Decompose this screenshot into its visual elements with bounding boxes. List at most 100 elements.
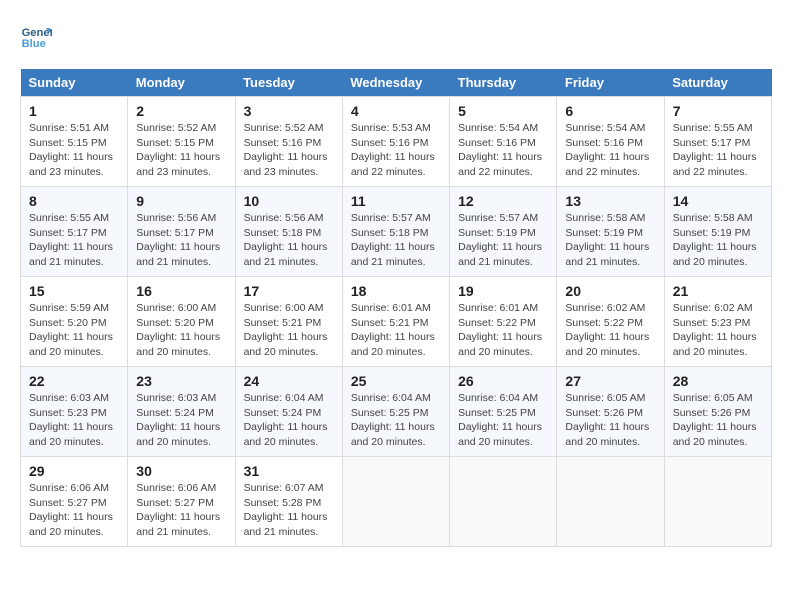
calendar-cell-1: 1 Sunrise: 5:51 AM Sunset: 5:15 PM Dayli… bbox=[21, 97, 128, 187]
calendar-cell-31: 31 Sunrise: 6:07 AM Sunset: 5:28 PM Dayl… bbox=[235, 457, 342, 547]
day-number: 25 bbox=[351, 373, 441, 389]
day-number: 28 bbox=[673, 373, 763, 389]
calendar-cell-7: 7 Sunrise: 5:55 AM Sunset: 5:17 PM Dayli… bbox=[664, 97, 771, 187]
day-number: 30 bbox=[136, 463, 226, 479]
day-info: Sunrise: 5:57 AM Sunset: 5:19 PM Dayligh… bbox=[458, 211, 548, 270]
calendar-cell-24: 24 Sunrise: 6:04 AM Sunset: 5:24 PM Dayl… bbox=[235, 367, 342, 457]
day-number: 5 bbox=[458, 103, 548, 119]
calendar-cell-5: 5 Sunrise: 5:54 AM Sunset: 5:16 PM Dayli… bbox=[450, 97, 557, 187]
day-number: 19 bbox=[458, 283, 548, 299]
day-number: 14 bbox=[673, 193, 763, 209]
day-info: Sunrise: 5:52 AM Sunset: 5:16 PM Dayligh… bbox=[244, 121, 334, 180]
day-number: 21 bbox=[673, 283, 763, 299]
calendar-cell-10: 10 Sunrise: 5:56 AM Sunset: 5:18 PM Dayl… bbox=[235, 187, 342, 277]
day-number: 3 bbox=[244, 103, 334, 119]
empty-cell bbox=[557, 457, 664, 547]
day-number: 7 bbox=[673, 103, 763, 119]
day-info: Sunrise: 6:06 AM Sunset: 5:27 PM Dayligh… bbox=[29, 481, 119, 540]
calendar-cell-25: 25 Sunrise: 6:04 AM Sunset: 5:25 PM Dayl… bbox=[342, 367, 449, 457]
day-number: 13 bbox=[565, 193, 655, 209]
day-info: Sunrise: 6:04 AM Sunset: 5:25 PM Dayligh… bbox=[458, 391, 548, 450]
calendar-cell-3: 3 Sunrise: 5:52 AM Sunset: 5:16 PM Dayli… bbox=[235, 97, 342, 187]
day-number: 20 bbox=[565, 283, 655, 299]
calendar-cell-2: 2 Sunrise: 5:52 AM Sunset: 5:15 PM Dayli… bbox=[128, 97, 235, 187]
calendar-cell-12: 12 Sunrise: 5:57 AM Sunset: 5:19 PM Dayl… bbox=[450, 187, 557, 277]
day-number: 18 bbox=[351, 283, 441, 299]
day-number: 12 bbox=[458, 193, 548, 209]
calendar-cell-14: 14 Sunrise: 5:58 AM Sunset: 5:19 PM Dayl… bbox=[664, 187, 771, 277]
day-info: Sunrise: 6:02 AM Sunset: 5:22 PM Dayligh… bbox=[565, 301, 655, 360]
calendar-cell-26: 26 Sunrise: 6:04 AM Sunset: 5:25 PM Dayl… bbox=[450, 367, 557, 457]
calendar-cell-17: 17 Sunrise: 6:00 AM Sunset: 5:21 PM Dayl… bbox=[235, 277, 342, 367]
day-info: Sunrise: 5:55 AM Sunset: 5:17 PM Dayligh… bbox=[673, 121, 763, 180]
day-info: Sunrise: 6:06 AM Sunset: 5:27 PM Dayligh… bbox=[136, 481, 226, 540]
day-number: 4 bbox=[351, 103, 441, 119]
day-info: Sunrise: 5:58 AM Sunset: 5:19 PM Dayligh… bbox=[565, 211, 655, 270]
day-info: Sunrise: 6:01 AM Sunset: 5:22 PM Dayligh… bbox=[458, 301, 548, 360]
day-info: Sunrise: 5:57 AM Sunset: 5:18 PM Dayligh… bbox=[351, 211, 441, 270]
empty-cell bbox=[450, 457, 557, 547]
calendar-cell-19: 19 Sunrise: 6:01 AM Sunset: 5:22 PM Dayl… bbox=[450, 277, 557, 367]
calendar-cell-9: 9 Sunrise: 5:56 AM Sunset: 5:17 PM Dayli… bbox=[128, 187, 235, 277]
empty-cell bbox=[342, 457, 449, 547]
calendar-cell-28: 28 Sunrise: 6:05 AM Sunset: 5:26 PM Dayl… bbox=[664, 367, 771, 457]
day-info: Sunrise: 5:51 AM Sunset: 5:15 PM Dayligh… bbox=[29, 121, 119, 180]
day-info: Sunrise: 6:03 AM Sunset: 5:24 PM Dayligh… bbox=[136, 391, 226, 450]
weekday-header-wednesday: Wednesday bbox=[342, 69, 449, 97]
day-info: Sunrise: 5:53 AM Sunset: 5:16 PM Dayligh… bbox=[351, 121, 441, 180]
day-info: Sunrise: 6:03 AM Sunset: 5:23 PM Dayligh… bbox=[29, 391, 119, 450]
logo: General Blue bbox=[20, 20, 56, 52]
day-info: Sunrise: 5:54 AM Sunset: 5:16 PM Dayligh… bbox=[565, 121, 655, 180]
logo-icon: General Blue bbox=[20, 20, 52, 52]
calendar-cell-16: 16 Sunrise: 6:00 AM Sunset: 5:20 PM Dayl… bbox=[128, 277, 235, 367]
day-number: 24 bbox=[244, 373, 334, 389]
calendar: SundayMondayTuesdayWednesdayThursdayFrid… bbox=[20, 69, 772, 547]
calendar-cell-30: 30 Sunrise: 6:06 AM Sunset: 5:27 PM Dayl… bbox=[128, 457, 235, 547]
day-info: Sunrise: 5:56 AM Sunset: 5:17 PM Dayligh… bbox=[136, 211, 226, 270]
weekday-header-sunday: Sunday bbox=[21, 69, 128, 97]
calendar-cell-8: 8 Sunrise: 5:55 AM Sunset: 5:17 PM Dayli… bbox=[21, 187, 128, 277]
calendar-cell-11: 11 Sunrise: 5:57 AM Sunset: 5:18 PM Dayl… bbox=[342, 187, 449, 277]
day-number: 23 bbox=[136, 373, 226, 389]
day-info: Sunrise: 5:59 AM Sunset: 5:20 PM Dayligh… bbox=[29, 301, 119, 360]
calendar-cell-20: 20 Sunrise: 6:02 AM Sunset: 5:22 PM Dayl… bbox=[557, 277, 664, 367]
day-info: Sunrise: 5:58 AM Sunset: 5:19 PM Dayligh… bbox=[673, 211, 763, 270]
day-number: 22 bbox=[29, 373, 119, 389]
day-info: Sunrise: 5:52 AM Sunset: 5:15 PM Dayligh… bbox=[136, 121, 226, 180]
day-number: 8 bbox=[29, 193, 119, 209]
day-number: 1 bbox=[29, 103, 119, 119]
day-info: Sunrise: 6:00 AM Sunset: 5:21 PM Dayligh… bbox=[244, 301, 334, 360]
day-number: 16 bbox=[136, 283, 226, 299]
day-info: Sunrise: 6:04 AM Sunset: 5:24 PM Dayligh… bbox=[244, 391, 334, 450]
day-number: 10 bbox=[244, 193, 334, 209]
day-number: 15 bbox=[29, 283, 119, 299]
day-number: 26 bbox=[458, 373, 548, 389]
day-number: 6 bbox=[565, 103, 655, 119]
calendar-cell-6: 6 Sunrise: 5:54 AM Sunset: 5:16 PM Dayli… bbox=[557, 97, 664, 187]
weekday-header-tuesday: Tuesday bbox=[235, 69, 342, 97]
day-info: Sunrise: 5:55 AM Sunset: 5:17 PM Dayligh… bbox=[29, 211, 119, 270]
day-info: Sunrise: 5:54 AM Sunset: 5:16 PM Dayligh… bbox=[458, 121, 548, 180]
calendar-cell-22: 22 Sunrise: 6:03 AM Sunset: 5:23 PM Dayl… bbox=[21, 367, 128, 457]
calendar-cell-23: 23 Sunrise: 6:03 AM Sunset: 5:24 PM Dayl… bbox=[128, 367, 235, 457]
day-info: Sunrise: 6:04 AM Sunset: 5:25 PM Dayligh… bbox=[351, 391, 441, 450]
day-number: 31 bbox=[244, 463, 334, 479]
day-info: Sunrise: 6:01 AM Sunset: 5:21 PM Dayligh… bbox=[351, 301, 441, 360]
weekday-header-friday: Friday bbox=[557, 69, 664, 97]
day-info: Sunrise: 5:56 AM Sunset: 5:18 PM Dayligh… bbox=[244, 211, 334, 270]
calendar-cell-15: 15 Sunrise: 5:59 AM Sunset: 5:20 PM Dayl… bbox=[21, 277, 128, 367]
day-info: Sunrise: 6:00 AM Sunset: 5:20 PM Dayligh… bbox=[136, 301, 226, 360]
day-info: Sunrise: 6:05 AM Sunset: 5:26 PM Dayligh… bbox=[565, 391, 655, 450]
weekday-header-thursday: Thursday bbox=[450, 69, 557, 97]
calendar-cell-13: 13 Sunrise: 5:58 AM Sunset: 5:19 PM Dayl… bbox=[557, 187, 664, 277]
weekday-header-saturday: Saturday bbox=[664, 69, 771, 97]
day-number: 29 bbox=[29, 463, 119, 479]
day-number: 2 bbox=[136, 103, 226, 119]
day-info: Sunrise: 6:02 AM Sunset: 5:23 PM Dayligh… bbox=[673, 301, 763, 360]
day-info: Sunrise: 6:07 AM Sunset: 5:28 PM Dayligh… bbox=[244, 481, 334, 540]
day-number: 9 bbox=[136, 193, 226, 209]
day-info: Sunrise: 6:05 AM Sunset: 5:26 PM Dayligh… bbox=[673, 391, 763, 450]
day-number: 27 bbox=[565, 373, 655, 389]
svg-text:Blue: Blue bbox=[22, 38, 46, 50]
calendar-cell-18: 18 Sunrise: 6:01 AM Sunset: 5:21 PM Dayl… bbox=[342, 277, 449, 367]
